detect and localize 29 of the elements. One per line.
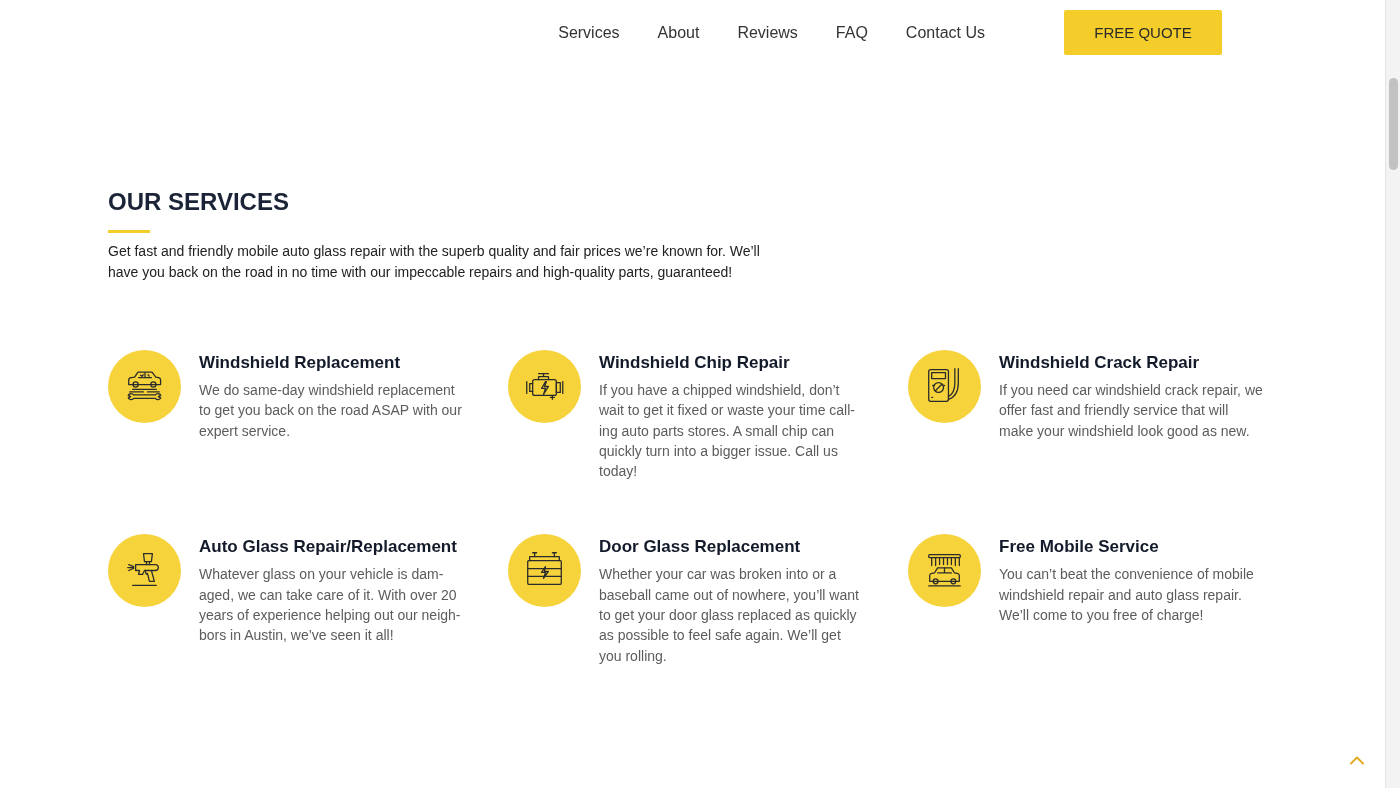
nav-link[interactable]: Contact Us	[905, 22, 985, 43]
service-title: Windshield Replacement	[199, 352, 401, 374]
service-description: If you have a chipped windshield, don’t wait to get it fixed or waste your time call-ing auto parts stores. A small chip can quickly turn into a bigger issue. Call us today!	[599, 381, 856, 482]
service-title: Windshield Chip Repair	[599, 352, 790, 374]
service-title: Windshield Crack Repair	[999, 352, 1200, 374]
nav-link[interactable]: About	[657, 22, 700, 43]
service-description: Whatever glass on your vehicle is dam-aged, we can take care of it. With over 20 years of experience helping out our neigh-bors in Austin, we’ve seen it all!	[199, 565, 462, 646]
nav-link[interactable]: Services	[558, 22, 620, 43]
car-wash-icon	[908, 534, 981, 608]
service-title: Auto Glass Repair/Replacement	[199, 536, 457, 559]
battery-icon	[508, 534, 581, 608]
service-description: If you need car windshield crack repair, we offer fast and friendly service that will make your windshield look good as new.	[999, 381, 1264, 441]
service-title: Free Mobile Service	[999, 536, 1159, 559]
service-description: We do same-day windshield replacement to get you back on the road ASAP with our expert service.	[199, 381, 463, 441]
service-description: You can’t beat the convenience of mobile windshield repair and auto glass repair. We’ll come to you free of charge!	[999, 565, 1255, 626]
multimeter-icon	[908, 350, 981, 423]
spray-gun-icon	[108, 534, 181, 608]
car-wrench-icon	[108, 350, 181, 423]
nav-link[interactable]: Reviews	[737, 22, 798, 43]
engine-icon	[508, 350, 581, 423]
scrollbar-thumb[interactable]	[1389, 78, 1398, 170]
chevron-up-icon[interactable]	[1350, 755, 1364, 765]
intro-text: Get fast and friendly mobile auto glass repair with the superb quality and fair prices we’re known for. We’ll have you back on the road in no time with our impeccable repairs and high-quality parts, guaranteed!	[108, 242, 761, 282]
quote-button[interactable]: FREE QUOTE	[1064, 10, 1222, 55]
nav-link[interactable]: FAQ	[835, 22, 868, 43]
accent-bar	[108, 230, 150, 233]
service-title: Door Glass Replacement	[599, 536, 801, 559]
section-heading: OUR SERVICES	[108, 187, 289, 217]
service-description: Whether your car was broken into or a baseball came out of nowhere, you’ll want to get your door glass replaced as quickly as possible to feel safe again. We’ll get you rolling.	[599, 565, 860, 666]
